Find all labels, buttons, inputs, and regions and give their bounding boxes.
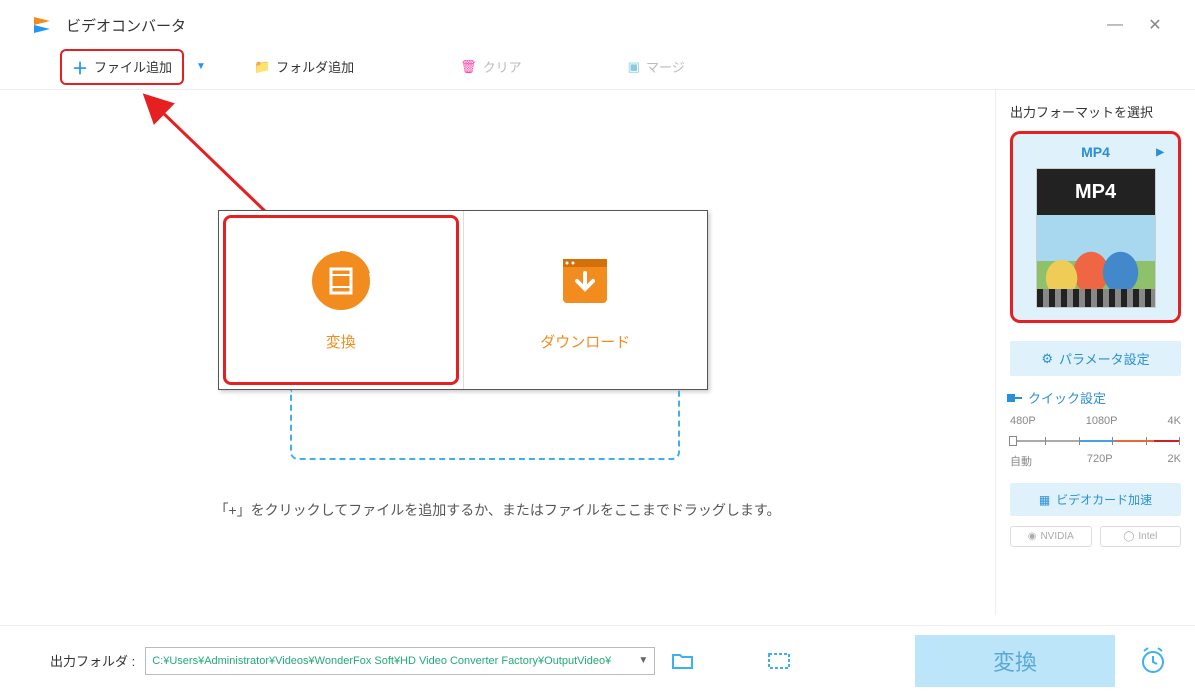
schedule-button[interactable]	[1131, 639, 1175, 683]
title-bar: ビデオコンバータ — ✕	[0, 0, 1195, 50]
add-file-dropdown[interactable]: ▼	[196, 61, 206, 72]
alarm-clock-icon	[1138, 646, 1168, 676]
output-path-value: C:¥Users¥Administrator¥Videos¥WonderFox …	[152, 655, 611, 667]
output-format-selector[interactable]: MP4 ▶ MP4	[1010, 131, 1181, 323]
folder-open-icon	[672, 652, 694, 670]
res-auto: 自動	[1010, 453, 1032, 469]
app-logo-icon	[30, 13, 54, 37]
toolbar: ＋ ファイル追加 ▼ 📁 フォルダ追加 🗑 クリア ▣ マージ	[0, 50, 1195, 90]
output-path-combobox[interactable]: C:¥Users¥Administrator¥Videos¥WonderFox …	[145, 647, 655, 675]
gpu-acceleration-button[interactable]: ▦ ビデオカード加速	[1010, 483, 1181, 516]
merge-icon: ▣	[628, 59, 640, 75]
quick-settings-header: クイック設定	[1010, 388, 1181, 407]
workspace[interactable]: 変換 ダウンロード 「+」をクリックしてファイルを追加するか、またはファイルをこ…	[0, 90, 995, 615]
download-card-label: ダウンロード	[540, 331, 630, 352]
quick-settings-label: クイック設定	[1028, 388, 1106, 407]
intel-logo-icon: ◯	[1123, 531, 1134, 542]
format-thumb-label: MP4	[1037, 169, 1155, 215]
nvidia-eye-icon: ◉	[1028, 531, 1037, 542]
chevron-down-icon: ▼	[638, 655, 648, 666]
trash-icon: 🗑	[460, 59, 477, 75]
app-title: ビデオコンバータ	[66, 15, 1095, 36]
folder-gear-icon	[768, 652, 790, 670]
download-icon	[553, 249, 617, 313]
format-thumbnail: MP4	[1036, 168, 1156, 308]
select-format-label: 出力フォーマットを選択	[1010, 102, 1181, 121]
clear-label: クリア	[483, 57, 522, 76]
drop-hint-text: 「+」をクリックしてファイルを追加するか、またはファイルをここまでドラッグします…	[0, 500, 995, 520]
convert-card[interactable]: 変換	[219, 211, 464, 389]
slider-marker-icon	[1010, 397, 1022, 399]
add-file-button[interactable]: ＋ ファイル追加	[60, 49, 184, 85]
merge-button[interactable]: ▣ マージ	[620, 53, 693, 80]
current-format-label: MP4	[1081, 144, 1110, 160]
download-card[interactable]: ダウンロード	[464, 211, 708, 389]
add-file-label: ファイル追加	[94, 57, 172, 76]
param-settings-label: パラメータ設定	[1059, 349, 1150, 368]
nvidia-chip: ◉NVIDIA	[1010, 526, 1092, 547]
sliders-icon: ⚙	[1041, 351, 1053, 367]
merge-label: マージ	[646, 57, 685, 76]
res-2k: 2K	[1168, 453, 1181, 469]
chip-icon: ▦	[1039, 493, 1050, 507]
folder-plus-icon: 📁	[254, 59, 270, 75]
plus-icon: ＋	[72, 55, 88, 79]
resolution-labels-bottom: 自動 720P 2K	[1010, 453, 1181, 469]
res-720p: 720P	[1087, 453, 1113, 469]
output-settings-button[interactable]	[761, 647, 797, 675]
convert-button-label: 変換	[993, 645, 1037, 677]
gpu-vendor-chips: ◉NVIDIA ◯Intel	[1010, 526, 1181, 547]
footer-bar: 出力フォルダ : C:¥Users¥Administrator¥Videos¥W…	[0, 625, 1195, 695]
drop-connector	[290, 390, 680, 460]
intel-chip: ◯Intel	[1100, 526, 1182, 547]
action-card-frame: 変換 ダウンロード	[218, 210, 708, 390]
convert-card-label: 変換	[326, 331, 356, 352]
gpu-accel-label: ビデオカード加速	[1056, 491, 1152, 508]
add-folder-button[interactable]: 📁 フォルダ追加	[246, 53, 362, 80]
open-folder-button[interactable]	[665, 647, 701, 675]
res-480p: 480P	[1010, 415, 1036, 427]
chevron-right-icon: ▶	[1156, 147, 1164, 158]
convert-icon	[309, 249, 373, 313]
sidebar: 出力フォーマットを選択 MP4 ▶ MP4 ⚙ パラメータ設定	[995, 90, 1195, 615]
resolution-labels-top: 480P 1080P 4K	[1010, 415, 1181, 427]
parameter-settings-button[interactable]: ⚙ パラメータ設定	[1010, 341, 1181, 376]
res-1080p: 1080P	[1086, 415, 1118, 427]
clear-button[interactable]: 🗑 クリア	[452, 53, 530, 80]
convert-button[interactable]: 変換	[915, 635, 1115, 687]
res-4k: 4K	[1168, 415, 1181, 427]
output-folder-label: 出力フォルダ :	[50, 651, 135, 670]
close-button[interactable]: ✕	[1135, 10, 1175, 40]
add-folder-label: フォルダ追加	[276, 57, 354, 76]
filmstrip-icon	[1037, 289, 1155, 307]
minimize-button[interactable]: —	[1095, 10, 1135, 40]
resolution-slider[interactable]	[1012, 433, 1179, 449]
slider-handle[interactable]	[1009, 436, 1017, 446]
